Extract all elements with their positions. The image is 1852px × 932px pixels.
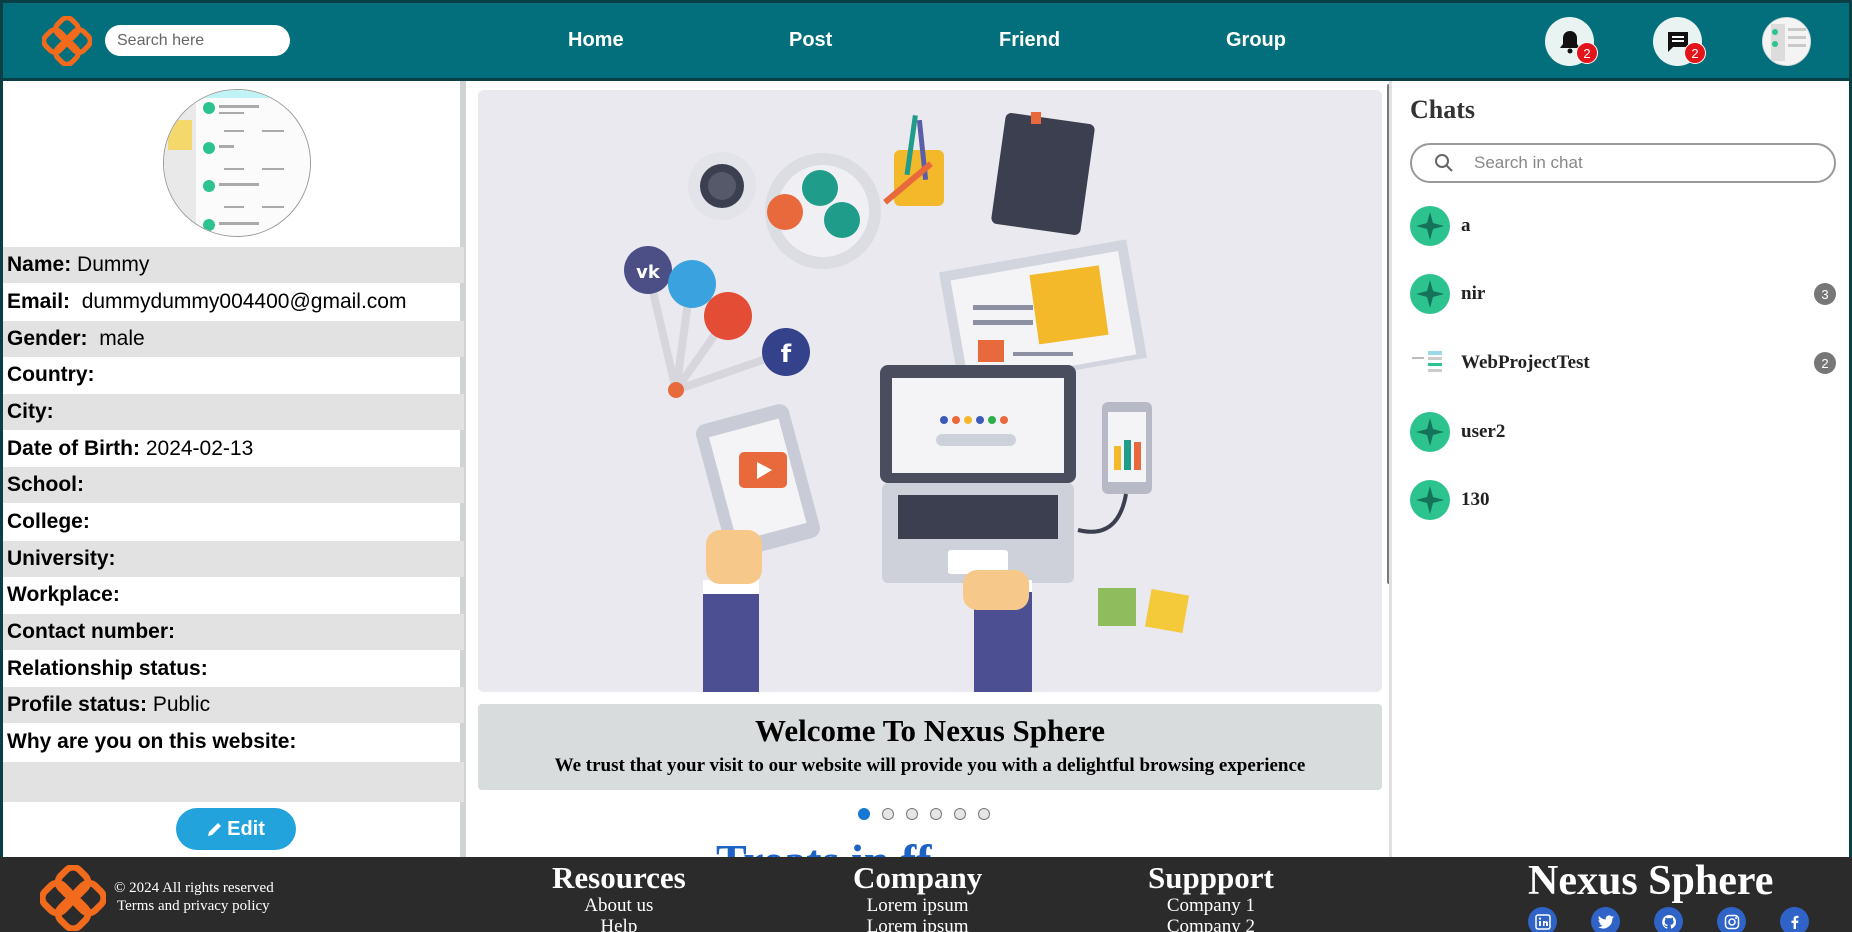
search-icon [1435,154,1453,172]
profile-gender: Gender: male [3,321,464,357]
notifications-button[interactable]: 2 [1545,17,1598,66]
notifications-badge: 2 [1576,42,1598,64]
profile-school: School: [3,467,464,503]
chat-avatar-icon [1410,343,1450,383]
chat-name: nir [1461,283,1486,304]
chat-avatar-icon [1410,274,1450,314]
carousel-dot-4[interactable] [930,808,942,820]
profile-email: Email: dummydummy004400@gmail.com [7,290,407,313]
chats-title: Chats [1410,95,1476,124]
instagram-icon[interactable] [1717,907,1746,932]
profile-dob: Date of Birth: 2024-02-13 [7,437,254,460]
chat-item[interactable]: 130 [1410,478,1836,522]
chat-item[interactable]: a [1410,204,1836,248]
svg-text:f: f [781,340,792,368]
footer-col-title: Company [853,860,983,895]
facebook-icon[interactable] [1780,907,1809,932]
welcome-subtitle: We trust that your visit to our website … [554,755,1306,776]
nav-group[interactable]: Group [1226,29,1286,52]
social-links [1528,907,1809,932]
chat-name: user2 [1461,421,1506,442]
welcome-title: Welcome To Nexus Sphere [755,713,1105,748]
copyright-text: © 2024 All rights reserved [114,880,274,896]
top-navbar: Home Post Friend Group 2 2 [0,0,1852,81]
footer-col-title: Resources [552,860,686,895]
chat-avatar-icon [1410,412,1450,452]
chat-item[interactable]: user2 [1410,410,1836,454]
nav-friend[interactable]: Friend [999,29,1060,52]
nav-post[interactable]: Post [789,29,832,52]
carousel-dot-5[interactable] [954,808,966,820]
main-feed: vk f Welcome To Nexus Sphere We trust th… [466,81,1389,857]
chat-unread-badge: 3 [1814,283,1836,305]
carousel-slide-image: vk f [478,90,1382,692]
chat-name: WebProjectTest [1461,352,1590,373]
pencil-icon [208,823,222,836]
profile-why-here: Why are you on this website: [7,730,297,753]
profile-contact-number: Contact number: [3,614,464,650]
chat-unread-badge: 2 [1814,352,1836,374]
footer-col-title: Suppport [1148,860,1274,895]
terms-link[interactable]: Terms and privacy policy [114,897,274,915]
profile-workplace: Workplace: [7,583,120,606]
messages-badge: 2 [1684,42,1706,64]
footer-logo-icon [40,865,106,931]
messages-button[interactable]: 2 [1653,17,1706,66]
linkedin-icon[interactable] [1528,907,1557,932]
chat-search-box[interactable] [1410,143,1836,183]
footer-link[interactable]: Lorem ipsum [853,895,982,916]
footer-copyright: © 2024 All rights reserved Terms and pri… [114,879,274,915]
welcome-banner: Welcome To Nexus Sphere We trust that yo… [478,704,1382,790]
profile-country: Country: [7,363,95,386]
profile-why-here-value [3,762,464,802]
footer-link[interactable]: Company 1 [1148,895,1274,916]
site-footer: © 2024 All rights reserved Terms and pri… [0,857,1852,932]
chat-name: a [1461,215,1471,236]
user-avatar[interactable] [1762,17,1811,66]
nexus-logo-icon[interactable] [42,16,92,66]
footer-link[interactable]: Help [552,916,686,932]
header-search-input[interactable] [105,25,290,56]
footer-col-company: Company Lorem ipsum Lorem ipsum [853,861,982,932]
footer-col-resources: Resources About us Help [552,861,686,932]
footer-col-support: Suppport Company 1 Company 2 [1148,861,1274,932]
nav-home[interactable]: Home [568,29,624,52]
edit-label: Edit [227,817,265,840]
profile-status: Profile status: Public [3,687,464,723]
twitter-icon[interactable] [1591,907,1620,932]
profile-picture [163,89,311,237]
profile-relationship-status: Relationship status: [7,657,208,680]
profile-name: Name: Dummy [3,247,464,283]
carousel-indicators [858,808,990,820]
profile-panel: Name: Dummy Email: dummydummy004400@gmai… [0,81,466,857]
footer-link[interactable]: About us [552,895,686,916]
chats-panel: Chats a nir 3 WebProjectTest [1389,81,1852,857]
carousel-dot-1[interactable] [858,808,870,820]
footer-brand: Nexus Sphere [1528,858,1774,904]
github-icon[interactable] [1654,907,1683,932]
carousel-dot-3[interactable] [906,808,918,820]
chat-avatar-icon [1410,480,1450,520]
section-heading-partial: Treats in ff [716,834,932,857]
footer-link[interactable]: Lorem ipsum [853,916,982,932]
svg-text:vk: vk [636,262,661,283]
chat-avatar-icon [1410,206,1450,246]
profile-city: City: [3,394,464,430]
chat-item[interactable]: WebProjectTest 2 [1410,341,1836,385]
carousel-dot-6[interactable] [978,808,990,820]
profile-college: College: [7,510,90,533]
footer-link[interactable]: Company 2 [1148,916,1274,932]
chat-item[interactable]: nir 3 [1410,272,1836,316]
profile-university: University: [3,541,464,577]
chat-search-input[interactable] [1474,153,1794,173]
carousel-dot-2[interactable] [882,808,894,820]
chat-name: 130 [1461,489,1490,510]
edit-profile-button[interactable]: Edit [176,808,296,850]
